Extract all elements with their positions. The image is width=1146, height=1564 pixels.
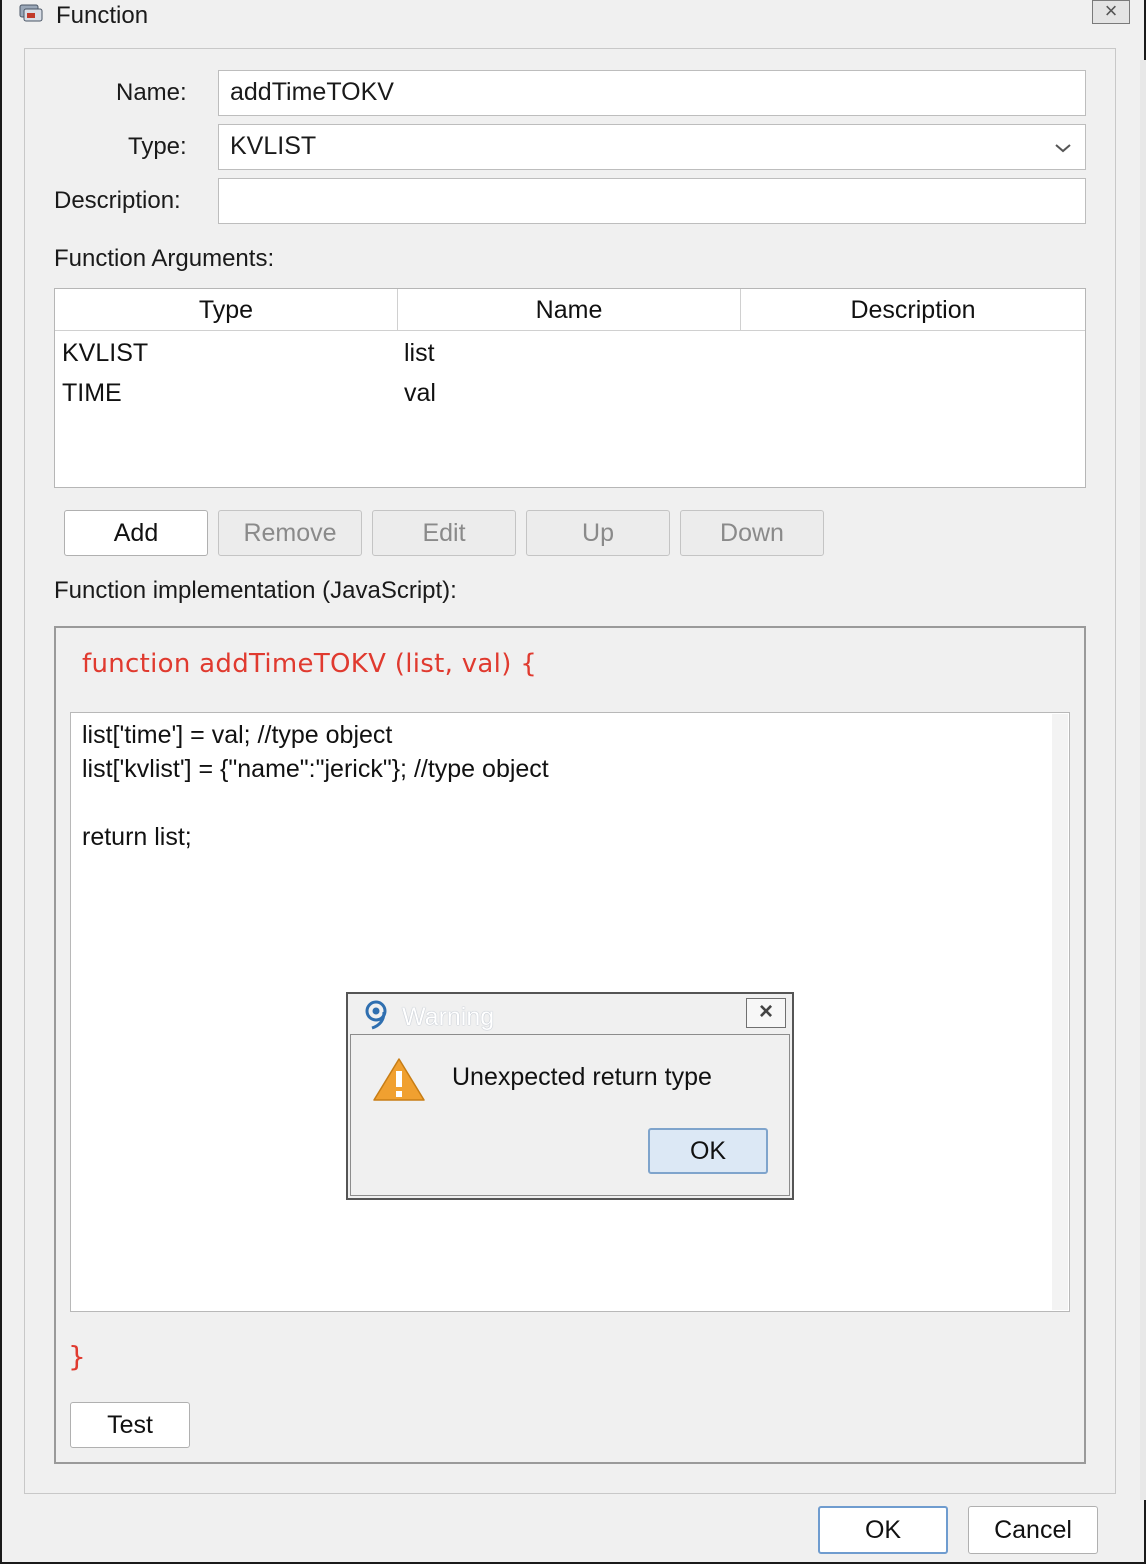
close-icon[interactable]: ×: [746, 998, 786, 1028]
table-cell-name: val: [404, 379, 436, 407]
function-window-icon: [18, 2, 44, 24]
move-up-button[interactable]: Up: [526, 510, 670, 556]
table-row[interactable]: TIME val: [55, 373, 1085, 413]
closing-brace: }: [68, 1340, 86, 1373]
table-cell-type: TIME: [62, 379, 122, 407]
column-header-description[interactable]: Description: [741, 289, 1085, 331]
type-label: Type:: [128, 133, 187, 160]
name-input[interactable]: addTimeTOKV: [218, 70, 1086, 116]
description-input[interactable]: [218, 178, 1086, 224]
warning-message: Unexpected return type: [452, 1063, 712, 1091]
function-arguments-label: Function Arguments:: [54, 245, 275, 272]
type-select-value: KVLIST: [230, 132, 317, 160]
move-down-button[interactable]: Down: [680, 510, 824, 556]
code-line: list['time'] = val; //type object: [82, 721, 393, 749]
implementation-label: Function implementation (JavaScript):: [54, 577, 457, 604]
code-editor-scrollbar[interactable]: [1052, 714, 1068, 1310]
remove-argument-button[interactable]: Remove: [218, 510, 362, 556]
table-cell-type: KVLIST: [62, 339, 149, 367]
chevron-down-icon[interactable]: [1052, 138, 1074, 158]
name-label: Name:: [116, 79, 187, 106]
warning-ok-button[interactable]: OK: [648, 1128, 768, 1174]
cancel-button[interactable]: Cancel: [968, 1506, 1098, 1554]
background-window-edge: [1140, 60, 1146, 1500]
description-label: Description:: [54, 187, 181, 214]
window-title: Function: [56, 2, 149, 29]
table-cell-name: list: [404, 339, 435, 367]
code-line: list['kvlist'] = {"name":"jerick"}; //ty…: [82, 755, 549, 783]
title-bar[interactable]: [2, 0, 1144, 30]
window-close-icon[interactable]: ×: [1092, 0, 1130, 24]
column-header-name[interactable]: Name: [398, 289, 741, 331]
warning-icon: [372, 1056, 426, 1102]
warning-title: Warning: [402, 1003, 495, 1031]
ok-button[interactable]: OK: [818, 1506, 948, 1554]
table-row[interactable]: KVLIST list: [55, 333, 1085, 373]
test-button[interactable]: Test: [70, 1402, 190, 1448]
type-select[interactable]: KVLIST: [218, 124, 1086, 170]
code-line: return list;: [82, 823, 192, 851]
edit-argument-button[interactable]: Edit: [372, 510, 516, 556]
function-signature: function addTimeTOKV (list, val) {: [82, 649, 538, 679]
add-argument-button[interactable]: Add: [64, 510, 208, 556]
column-header-type[interactable]: Type: [55, 289, 398, 331]
app-logo-icon: [362, 998, 392, 1030]
